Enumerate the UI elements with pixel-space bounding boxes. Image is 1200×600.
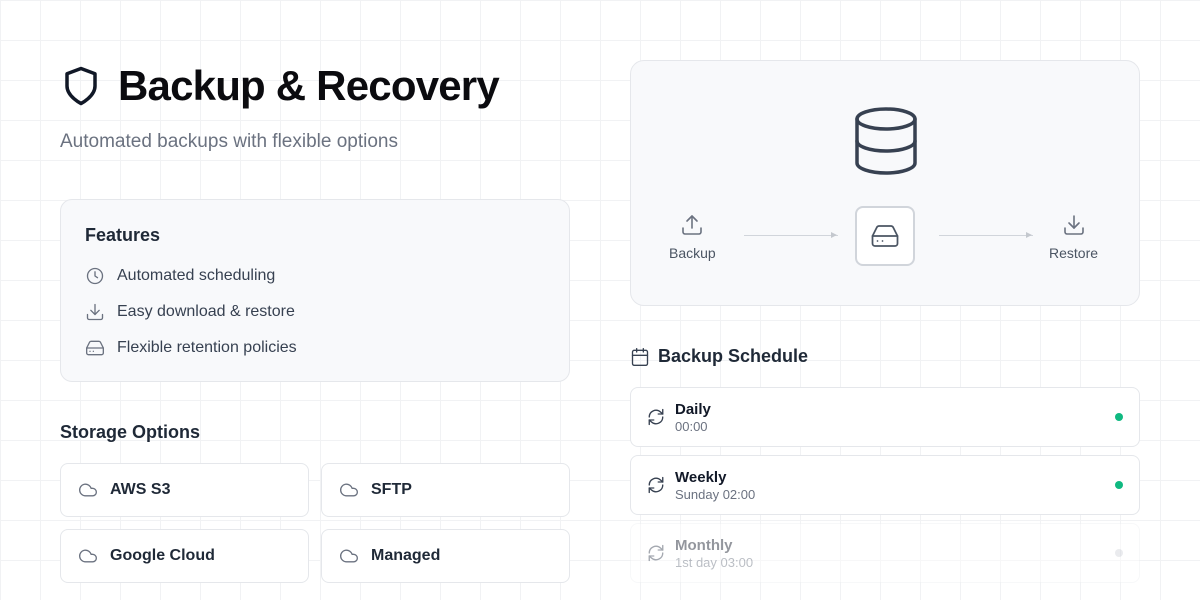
flow-connector — [939, 235, 1033, 236]
calendar-icon — [631, 347, 649, 366]
cloud-icon — [340, 483, 358, 497]
schedule-time: 00:00 — [675, 419, 708, 434]
storage-option-label: Managed — [371, 547, 441, 564]
status-dot — [1115, 413, 1123, 421]
schedule-name: Monthly — [675, 537, 733, 554]
status-dot — [1115, 549, 1123, 557]
storage-option-label: AWS S3 — [110, 481, 171, 498]
storage-option-label: Google Cloud — [110, 547, 215, 564]
refresh-icon — [648, 408, 664, 426]
hard-drive-icon — [871, 225, 899, 247]
shield-icon — [65, 66, 97, 106]
refresh-icon — [648, 544, 664, 562]
flow-connector — [744, 235, 838, 236]
clock-icon — [86, 267, 104, 285]
schedule-name: Daily — [675, 401, 711, 418]
storage-option-managed[interactable]: Managed — [321, 529, 570, 583]
page-header: Backup & Recovery — [60, 62, 500, 110]
hard-drive-icon — [86, 340, 105, 356]
schedule-row-daily[interactable]: Daily 00:00 — [630, 387, 1140, 447]
cloud-icon — [79, 549, 97, 563]
feature-item-retention: Flexible retention policies — [85, 337, 297, 359]
cloud-icon — [340, 549, 358, 563]
backup-flow-diagram: Backup Restore — [630, 60, 1140, 306]
feature-label: Flexible retention policies — [117, 339, 297, 356]
schedule-time: 1st day 03:00 — [675, 555, 754, 570]
features-heading: Features — [85, 225, 161, 245]
features-card: Features Automated scheduling Easy downl… — [60, 199, 570, 382]
storage-node — [855, 206, 915, 266]
schedule-name: Weekly — [675, 469, 727, 486]
storage-option-label: SFTP — [371, 481, 412, 498]
feature-label: Easy download & restore — [117, 303, 295, 320]
status-dot — [1115, 481, 1123, 489]
storage-heading: Storage Options — [60, 422, 201, 442]
feature-label: Automated scheduling — [117, 267, 276, 284]
upload-icon — [682, 215, 703, 235]
database-icon — [855, 107, 917, 175]
storage-option-google-cloud[interactable]: Google Cloud — [60, 529, 309, 583]
download-icon — [86, 303, 104, 321]
schedule-heading-label: Backup Schedule — [658, 346, 809, 366]
cloud-icon — [79, 483, 97, 497]
schedule-time: Sunday 02:00 — [675, 487, 756, 502]
schedule-row-monthly[interactable]: Monthly 1st day 03:00 — [630, 523, 1140, 583]
flow-step-backup[interactable]: Backup — [669, 213, 716, 261]
arrow-right-icon — [1026, 232, 1032, 238]
schedule-row-weekly[interactable]: Weekly Sunday 02:00 — [630, 455, 1140, 515]
download-icon — [1063, 215, 1084, 235]
page-subtitle: Automated backups with flexible options — [60, 131, 398, 152]
refresh-icon — [648, 476, 664, 494]
schedule-heading: Backup Schedule — [630, 346, 808, 367]
storage-option-sftp[interactable]: SFTP — [321, 463, 570, 517]
flow-step-label: Restore — [1049, 245, 1099, 261]
feature-item-scheduling: Automated scheduling — [85, 265, 275, 287]
flow-step-label: Backup — [669, 245, 716, 261]
flow-step-restore[interactable]: Restore — [1049, 213, 1098, 261]
arrow-right-icon — [831, 232, 837, 238]
storage-option-aws-s3[interactable]: AWS S3 — [60, 463, 309, 517]
feature-item-download: Easy download & restore — [85, 301, 295, 323]
page-title: Backup & Recovery — [118, 62, 500, 109]
